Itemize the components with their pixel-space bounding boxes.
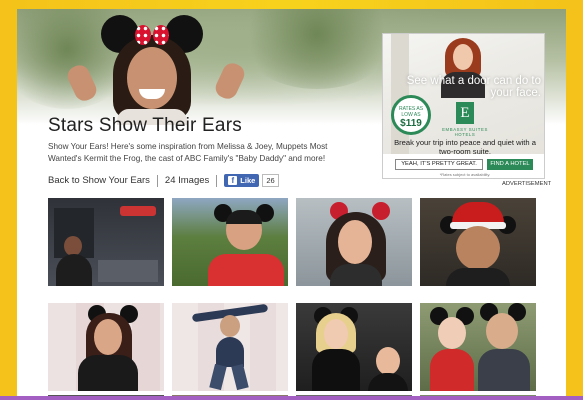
thumbnail-couple-with-ears[interactable] [420, 303, 536, 391]
hero-foliage [237, 9, 397, 89]
person-body [478, 349, 530, 391]
red-mouse-ear [372, 202, 390, 220]
thumbnail-man-santa-ears[interactable] [420, 198, 536, 286]
divider [156, 174, 158, 187]
beanie [226, 210, 262, 224]
facebook-like-button[interactable]: f Like [224, 174, 260, 187]
person-body [78, 355, 138, 391]
thumbnail-woman-red-bow-ears[interactable] [296, 198, 412, 286]
ad-brand: EMBASSY SUITES HOTELS [442, 127, 488, 137]
advertisement[interactable]: See what a door can do to your face. RAT… [382, 33, 545, 179]
ad-rate-badge: RATES AS LOW AS $119 [391, 95, 431, 135]
advertisement-label: ADVERTISEMENT [502, 181, 552, 187]
person-head [486, 313, 518, 349]
facebook-like-label: Like [240, 176, 256, 185]
hero-photo-woman-with-ears [64, 13, 248, 125]
red-shirt [208, 254, 284, 286]
divider [216, 174, 218, 187]
person-head [338, 220, 372, 264]
hotel-logo-icon: E [456, 102, 474, 124]
thumbnail-man-red-shirt-ears[interactable] [172, 198, 288, 286]
facebook-like-count: 26 [262, 174, 279, 187]
ad-rate-price: $119 [400, 118, 422, 129]
polka-dot-bow [135, 25, 169, 45]
person-body [446, 268, 510, 286]
facebook-like: f Like 26 [224, 174, 279, 187]
person-head [220, 315, 240, 337]
content-panel: Stars Show Their Ears Show Your Ears! He… [17, 9, 566, 400]
bottom-accent-bar [0, 396, 583, 400]
mixing-desk [98, 260, 158, 282]
person-head [376, 347, 400, 375]
ad-cta-primary[interactable]: YEAH, IT'S PRETTY GREAT. [395, 159, 483, 170]
thumbnail-woman-radio-disney-backdrop[interactable] [48, 303, 164, 391]
back-link[interactable]: Back to Show Your Ears [48, 175, 150, 186]
gallery-meta: Back to Show Your Ears 24 Images f Like … [48, 174, 279, 187]
hand [212, 60, 248, 102]
thumbnail-man-jumping-radio-disney[interactable] [172, 303, 288, 391]
person-head [456, 226, 500, 270]
ad-fine-print: *Rates subject to availability. [439, 172, 491, 177]
thumbnail-radio-studio-host[interactable] [48, 198, 164, 286]
person-head [324, 319, 348, 349]
person-body [216, 337, 244, 367]
image-count: 24 Images [164, 175, 210, 186]
person-head [64, 236, 82, 256]
facebook-icon: f [228, 176, 238, 185]
person-head [438, 317, 466, 349]
thumbnail-two-women-love-shirt[interactable] [296, 303, 412, 391]
find-hotel-button[interactable]: FIND A HOTEL [487, 159, 533, 170]
love-shirt [312, 349, 360, 391]
red-dress [430, 349, 474, 391]
ad-woman-face [453, 44, 473, 70]
person-head [94, 319, 122, 355]
page-title: Stars Show Their Ears [48, 115, 242, 136]
person-body [330, 264, 382, 286]
gallery-description: Show Your Ears! Here's some inspiration … [48, 142, 328, 163]
person-body [56, 254, 92, 286]
radio-disney-logo [120, 206, 156, 216]
ad-copy: Break your trip into peace and quiet wit… [394, 138, 536, 156]
face [127, 47, 177, 109]
